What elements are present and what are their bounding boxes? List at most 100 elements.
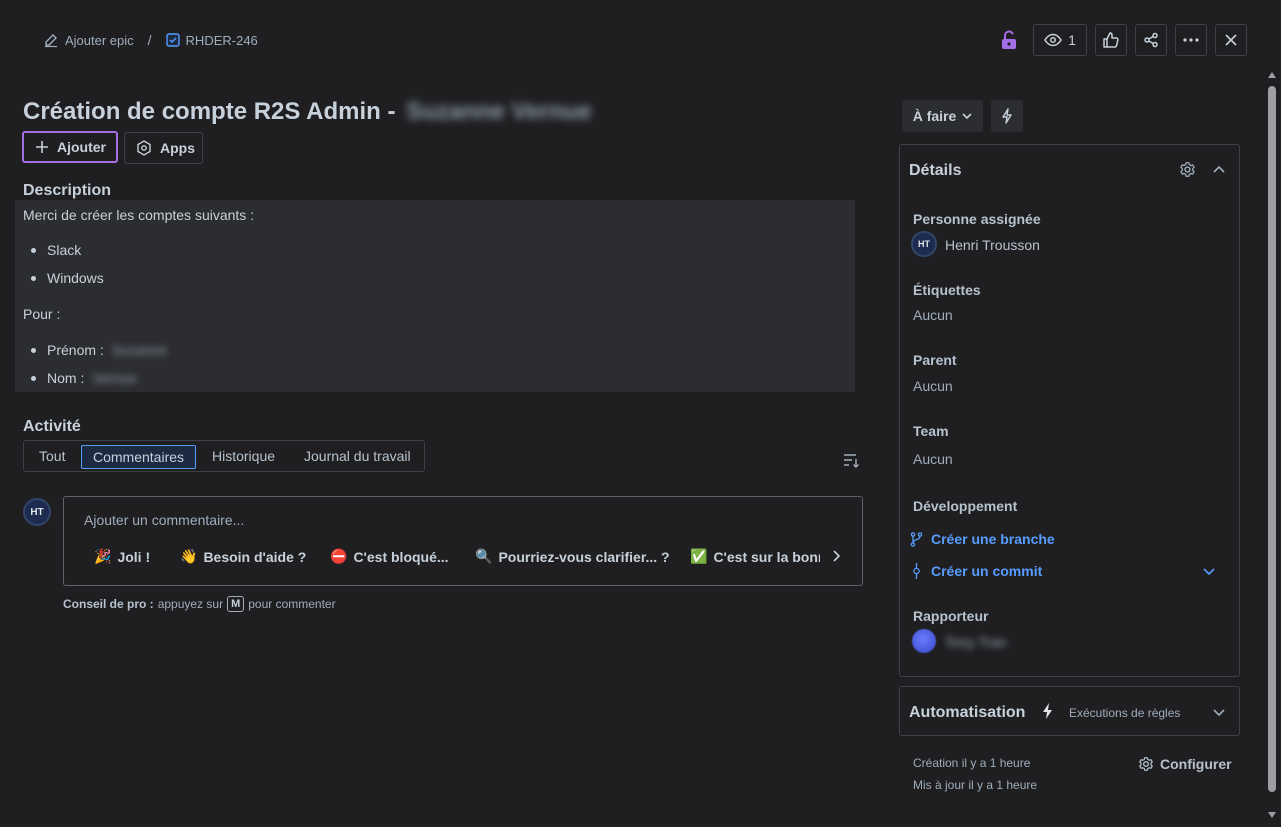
apps-button[interactable]: Apps	[124, 132, 203, 164]
shortcut-key: M	[227, 596, 245, 612]
description-heading: Description	[23, 182, 112, 199]
breadcrumb: Ajouter epic / RHDER-246	[43, 32, 258, 48]
comment-editor[interactable]: Ajouter un commentaire... 🎉 Joli ! 👋 Bes…	[63, 496, 863, 586]
details-heading[interactable]: Détails	[909, 162, 961, 180]
scroll-up-arrow-icon[interactable]	[1268, 72, 1276, 78]
quick-reply-on-track[interactable]: ✅ C'est sur la bonne voie	[690, 548, 820, 565]
tab-history[interactable]: Historique	[201, 445, 286, 469]
team-label: Team	[913, 423, 949, 439]
branch-icon	[910, 531, 923, 547]
lastname-value: Vernue	[92, 370, 137, 386]
watch-button[interactable]: 1	[1033, 24, 1087, 56]
close-button[interactable]	[1215, 24, 1247, 56]
account-item-slack: Slack	[47, 242, 82, 258]
updated-timestamp: Mis à jour il y a 1 heure	[913, 778, 1038, 792]
reporter-avatar	[912, 629, 936, 653]
watchers-count: 1	[1068, 32, 1076, 48]
chevron-down-icon	[962, 112, 972, 120]
more-actions-button[interactable]	[1175, 24, 1207, 56]
firstname-item: Prénom : Suzanne	[47, 342, 167, 358]
firstname-value: Suzanne	[111, 342, 167, 358]
status-label: À faire	[912, 108, 957, 124]
automation-heading: Automatisation	[909, 704, 1026, 721]
bullet	[31, 276, 36, 281]
parent-label: Parent	[913, 352, 957, 368]
dev-chevron-down-icon[interactable]	[1203, 568, 1215, 576]
magnifier-emoji-icon: 🔍	[475, 548, 493, 564]
details-panel: Détails Personne assignée HT Henri Trous…	[899, 144, 1240, 677]
automation-chevron-down-icon[interactable]	[1213, 709, 1225, 717]
create-commit-link[interactable]: Créer un commit	[910, 563, 1042, 579]
assignee-avatar: HT	[911, 231, 937, 257]
chevron-right-icon[interactable]	[832, 550, 840, 562]
quick-reply-joli[interactable]: 🎉 Joli !	[94, 548, 150, 565]
eye-icon	[1044, 33, 1062, 47]
team-value[interactable]: Aucun	[913, 451, 953, 467]
reporter-name[interactable]: Tony Tran	[945, 634, 1006, 650]
add-button-label: Ajouter	[57, 139, 106, 155]
description-content[interactable]	[15, 200, 855, 392]
sort-order-icon[interactable]	[843, 453, 860, 468]
breadcrumb-issue-key[interactable]: RHDER-246	[186, 33, 258, 48]
pro-tip-label: Conseil de pro :	[63, 597, 154, 611]
account-item-windows: Windows	[47, 270, 104, 286]
lastname-label: Nom :	[47, 370, 85, 386]
quick-reply-help[interactable]: 👋 Besoin d'aide ?	[180, 548, 306, 565]
quick-reply-blocked[interactable]: ⛔ C'est bloqué...	[330, 548, 449, 565]
labels-value[interactable]: Aucun	[913, 307, 953, 323]
lightning-icon	[1001, 108, 1013, 124]
bullet	[31, 248, 36, 253]
task-checkbox-icon	[165, 33, 180, 47]
lastname-item: Nom : Vernue	[47, 370, 137, 386]
create-branch-link[interactable]: Créer une branche	[910, 531, 1055, 547]
activity-tabs: Tout Commentaires Historique Journal du …	[23, 440, 425, 472]
check-emoji-icon: ✅	[690, 548, 708, 564]
actions-lightning-button[interactable]	[991, 100, 1023, 132]
automation-lightning-icon	[1042, 703, 1054, 719]
apps-hexagon-icon	[136, 140, 152, 156]
activity-heading: Activité	[23, 418, 81, 435]
commit-icon	[910, 563, 923, 579]
tab-worklog[interactable]: Journal du travail	[293, 445, 422, 469]
created-timestamp: Création il y a 1 heure	[913, 756, 1031, 770]
close-icon	[1224, 33, 1238, 47]
issue-title-name: Suzanne Vernue	[406, 98, 592, 125]
thumbs-up-icon	[1102, 31, 1120, 49]
share-button[interactable]	[1135, 24, 1167, 56]
quick-replies: 🎉 Joli ! 👋 Besoin d'aide ? ⛔ C'est bloqu…	[94, 497, 820, 585]
assignee-name[interactable]: Henri Trousson	[945, 237, 1040, 253]
scroll-down-arrow-icon[interactable]	[1268, 812, 1276, 818]
issue-title[interactable]: Création de compte R2S Admin - Suzanne V…	[23, 98, 592, 126]
automation-panel[interactable]: Automatisation Exécutions de règles	[899, 686, 1240, 736]
gear-icon[interactable]	[1179, 161, 1196, 178]
pro-tip: Conseil de pro : appuyez sur M pour comm…	[63, 596, 336, 612]
breadcrumb-parent-link[interactable]: Ajouter epic	[65, 33, 134, 48]
bullet	[31, 348, 36, 353]
edit-icon	[43, 32, 59, 48]
configure-button[interactable]: Configurer	[1138, 756, 1232, 772]
chevron-up-icon[interactable]	[1213, 165, 1225, 173]
breadcrumb-separator: /	[147, 32, 152, 48]
like-button[interactable]	[1095, 24, 1127, 56]
current-user-avatar: HT	[23, 498, 51, 526]
tab-comments[interactable]: Commentaires	[81, 445, 197, 469]
party-emoji-icon: 🎉	[94, 548, 112, 564]
assignee-label: Personne assignée	[913, 211, 1041, 227]
bullet	[31, 376, 36, 381]
status-dropdown[interactable]: À faire	[902, 100, 983, 132]
issue-title-text: Création de compte R2S Admin -	[23, 98, 396, 125]
pro-tip-before: appuyez sur	[157, 597, 224, 611]
tab-all[interactable]: Tout	[28, 445, 76, 469]
scrollbar-thumb[interactable]	[1268, 86, 1276, 792]
firstname-label: Prénom :	[47, 342, 104, 358]
quick-reply-clarify[interactable]: 🔍 Pourriez-vous clarifier... ?	[475, 548, 670, 565]
plus-icon	[35, 140, 49, 154]
labels-label: Étiquettes	[913, 282, 981, 298]
wave-emoji-icon: 👋	[180, 548, 198, 564]
share-icon	[1143, 32, 1159, 48]
pro-tip-after: pour commenter	[248, 597, 336, 611]
add-button[interactable]: Ajouter	[22, 131, 118, 163]
parent-value[interactable]: Aucun	[913, 378, 953, 394]
description-pour: Pour :	[23, 306, 61, 322]
unlock-icon[interactable]	[1000, 30, 1018, 50]
